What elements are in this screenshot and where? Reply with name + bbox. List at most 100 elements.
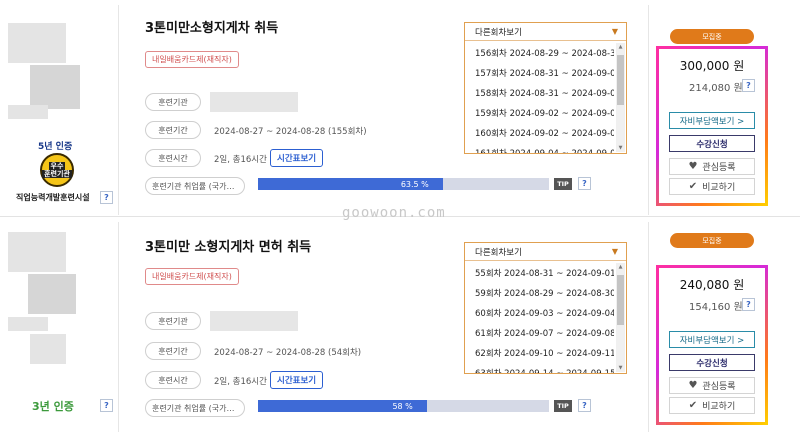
period-label: 훈련기간	[145, 121, 201, 139]
institution-name-blurred	[210, 92, 298, 112]
session-option[interactable]: 159회차 2024-09-02 ~ 2024-09-03	[465, 103, 614, 123]
chevron-down-icon: ▼	[611, 27, 618, 36]
institution-label: 훈련기관	[145, 93, 201, 111]
checkmark-icon: ✔	[688, 181, 698, 192]
employment-rate-value: 58 %	[392, 401, 413, 411]
heart-icon: ♥	[688, 380, 698, 391]
price-box: 240,080 원 154,160 원 ? 자비부담액보기 > 수강신청 ♥ 관…	[656, 265, 768, 425]
course-title[interactable]: 3톤미만소형지게차 취득	[145, 17, 278, 36]
employment-rate-label: 훈련기관 취업률 (국가…	[145, 177, 245, 195]
self-pay-view-button[interactable]: 자비부담액보기 >	[669, 112, 755, 129]
checkmark-icon: ✔	[688, 400, 698, 411]
self-pay-view-button[interactable]: 자비부담액보기 >	[669, 331, 755, 348]
session-option[interactable]: 160회차 2024-09-02 ~ 2024-09-03	[465, 123, 614, 143]
help-button[interactable]: ?	[742, 79, 755, 92]
session-option[interactable]: 157회차 2024-08-31 ~ 2024-09-01	[465, 63, 614, 83]
tip-button[interactable]: TIP	[554, 178, 572, 190]
scroll-down-icon[interactable]: ▼	[616, 145, 625, 151]
self-pay-amount: 214,080 원	[689, 83, 743, 94]
course-price: 240,080 원	[679, 278, 745, 292]
certification-years: 3년 인증	[32, 400, 74, 413]
institution-logo-blurred	[30, 65, 80, 109]
training-period: 2024-08-27 ~ 2024-08-28 (155회차)	[214, 127, 367, 137]
column-divider	[118, 5, 119, 215]
institution-logo-blurred	[8, 105, 48, 119]
session-option[interactable]: 156회차 2024-08-29 ~ 2024-08-30	[465, 43, 614, 63]
other-sessions-header[interactable]: 다른회차보기 ▼	[465, 243, 626, 261]
course-card: 3년 인증 ? 3톤미만 소형지게차 면허 취득 내일배움카드제(재직자) 훈련…	[0, 222, 800, 432]
heart-icon: ♥	[688, 161, 698, 172]
institution-label: 훈련기관	[145, 312, 201, 330]
apply-button[interactable]: 수강신청	[669, 135, 755, 152]
other-sessions-dropdown[interactable]: 다른회차보기 ▼ 55회차 2024-08-31 ~ 2024-09-01 59…	[464, 242, 627, 374]
column-divider	[648, 5, 649, 215]
employment-rate-fill: 63.5 %	[258, 178, 443, 190]
session-option[interactable]: 62회차 2024-09-10 ~ 2024-09-11	[465, 343, 614, 363]
training-hours: 2일, 총16시간	[214, 155, 267, 165]
institution-logo-blurred	[8, 23, 66, 63]
scrollbar[interactable]: ▲ ▼	[616, 43, 625, 152]
watermark: goowoon.com	[342, 205, 446, 221]
certification-years: 5년 인증	[38, 142, 73, 152]
tip-button[interactable]: TIP	[554, 400, 572, 412]
help-button[interactable]: ?	[578, 177, 591, 190]
session-option[interactable]: 61회차 2024-09-07 ~ 2024-09-08	[465, 323, 614, 343]
hours-label: 훈련시간	[145, 371, 201, 389]
course-card: 5년 인증 우수 훈련기관 직업능력개발훈련시설 ? 3톤미만소형지게차 취득 …	[0, 5, 800, 215]
excellent-institution-seal-icon: 우수 훈련기관	[40, 153, 74, 187]
session-option[interactable]: 63회차 2024-09-14 ~ 2024-09-15	[465, 363, 614, 373]
employment-rate-bar: 63.5 %	[258, 178, 549, 190]
course-price: 300,000 원	[679, 59, 745, 73]
course-title[interactable]: 3톤미만 소형지게차 면허 취득	[145, 236, 311, 255]
employment-rate-label: 훈련기관 취업률 (국가…	[145, 399, 245, 417]
column-divider	[118, 222, 119, 432]
session-option[interactable]: 60회차 2024-09-03 ~ 2024-09-04	[465, 303, 614, 323]
institution-logo-blurred	[30, 334, 66, 364]
hours-label: 훈련시간	[145, 149, 201, 167]
timetable-button[interactable]: 시간표보기	[270, 149, 324, 167]
card-type-badge: 내일배움카드제(재직자)	[145, 268, 239, 285]
training-period: 2024-08-27 ~ 2024-08-28 (54회차)	[214, 348, 362, 358]
wishlist-button[interactable]: ♥ 관심등록	[669, 158, 755, 175]
scrollbar-thumb[interactable]	[617, 275, 624, 325]
training-hours: 2일, 총16시간	[214, 377, 267, 387]
other-sessions-dropdown[interactable]: 다른회차보기 ▼ 156회차 2024-08-29 ~ 2024-08-30 1…	[464, 22, 627, 154]
session-option[interactable]: 161회차 2024-09-04 ~ 2024-09-05	[465, 143, 614, 153]
timetable-button[interactable]: 시간표보기	[270, 371, 324, 389]
scrollbar-thumb[interactable]	[617, 55, 624, 105]
help-button[interactable]: ?	[100, 191, 113, 204]
self-pay-amount: 154,160 원	[689, 302, 743, 313]
employment-rate-value: 63.5 %	[400, 179, 429, 189]
compare-button[interactable]: ✔ 비교하기	[669, 397, 755, 414]
institution-logo-blurred	[8, 317, 48, 331]
help-button[interactable]: ?	[100, 399, 113, 412]
session-option[interactable]: 55회차 2024-08-31 ~ 2024-09-01	[465, 263, 614, 283]
scroll-up-icon[interactable]: ▲	[616, 264, 625, 270]
session-list: 55회차 2024-08-31 ~ 2024-09-01 59회차 2024-0…	[465, 263, 614, 373]
scrollbar[interactable]: ▲ ▼	[616, 263, 625, 372]
chevron-down-icon: ▼	[611, 247, 618, 256]
institution-logo-blurred	[28, 274, 76, 314]
employment-rate-bar: 58 %	[258, 400, 549, 412]
price-box: 300,000 원 214,080 원 ? 자비부담액보기 > 수강신청 ♥ 관…	[656, 46, 768, 206]
session-option[interactable]: 158회차 2024-08-31 ~ 2024-09-01	[465, 83, 614, 103]
scroll-up-icon[interactable]: ▲	[616, 44, 625, 50]
recruiting-status-badge: 모집중	[670, 29, 754, 44]
session-option[interactable]: 59회차 2024-08-29 ~ 2024-08-30	[465, 283, 614, 303]
period-label: 훈련기간	[145, 342, 201, 360]
card-type-badge: 내일배움카드제(재직자)	[145, 51, 239, 68]
institution-type: 직업능력개발훈련시설	[16, 193, 90, 202]
compare-button[interactable]: ✔ 비교하기	[669, 178, 755, 195]
employment-rate-fill: 58 %	[258, 400, 427, 412]
help-button[interactable]: ?	[578, 399, 591, 412]
institution-logo-blurred	[8, 232, 66, 272]
apply-button[interactable]: 수강신청	[669, 354, 755, 371]
institution-name-blurred	[210, 311, 298, 331]
wishlist-button[interactable]: ♥ 관심등록	[669, 377, 755, 394]
scroll-down-icon[interactable]: ▼	[616, 365, 625, 371]
recruiting-status-badge: 모집중	[670, 233, 754, 248]
session-list: 156회차 2024-08-29 ~ 2024-08-30 157회차 2024…	[465, 43, 614, 153]
column-divider	[648, 222, 649, 432]
help-button[interactable]: ?	[742, 298, 755, 311]
other-sessions-header[interactable]: 다른회차보기 ▼	[465, 23, 626, 41]
